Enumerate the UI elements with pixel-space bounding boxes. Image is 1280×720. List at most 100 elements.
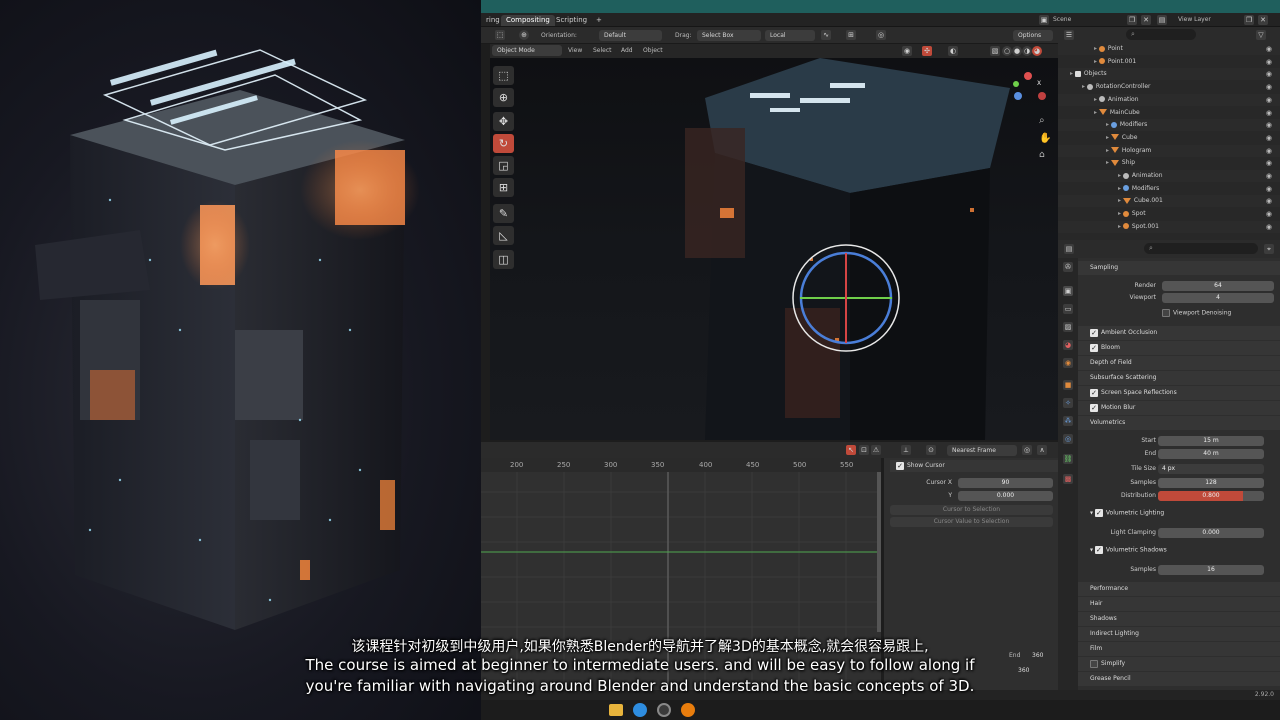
visibility-eye-icon[interactable]: ◉ (1266, 81, 1272, 93)
filter-funnel-icon[interactable]: ▽ (1256, 30, 1266, 40)
outliner-row[interactable]: ▸ Cube ◉ (1058, 132, 1280, 144)
texture-tab-icon[interactable]: ▩ (1063, 474, 1073, 484)
vol-samples-field[interactable]: 128 (1158, 478, 1264, 488)
add-cube-tool-icon[interactable]: ◫ (493, 250, 514, 269)
outliner-row[interactable]: ▸ Objects ◉ (1058, 68, 1280, 81)
outliner-row[interactable]: ▸ Point.001 ◉ (1058, 56, 1280, 68)
tile-size-dropdown[interactable]: 4 px (1158, 464, 1264, 474)
volumetric-shadows-panel[interactable]: ▾ ✓ Volumetric Shadows (1090, 546, 1167, 554)
3d-viewport[interactable]: X ⌕ ✋ ⌂ (490, 58, 1058, 440)
menu-select[interactable]: Select (593, 45, 612, 56)
world-tab-icon[interactable]: ◉ (1063, 358, 1073, 368)
proportional-icon[interactable]: ◎ (1022, 445, 1032, 455)
zoom-icon[interactable]: ⌕ (1039, 115, 1045, 126)
delete-view-layer-icon[interactable]: ✕ (1258, 15, 1268, 25)
visibility-eye-icon[interactable]: ◉ (1266, 157, 1272, 169)
motion-blur-panel[interactable]: ✓ Motion Blur (1078, 401, 1280, 415)
menu-view[interactable]: View (568, 45, 582, 56)
outliner-row[interactable]: ▸ Hologram ◉ (1058, 144, 1280, 157)
visibility-eye-icon[interactable]: ◉ (1266, 145, 1272, 157)
bloom-checkbox[interactable]: ✓ (1090, 343, 1098, 352)
shading-wire-icon[interactable]: ○ (1002, 46, 1012, 56)
scale-tool-icon[interactable]: ◲ (493, 156, 514, 175)
visibility-eye-icon[interactable]: ◉ (1266, 170, 1272, 182)
tab-scripting[interactable]: Scripting (551, 15, 592, 26)
viewport-denoising-row[interactable]: Viewport Denoising (1162, 309, 1231, 317)
snap-mode-dropdown[interactable]: Nearest Frame (947, 445, 1017, 456)
shadows-panel[interactable]: Shadows (1078, 612, 1280, 626)
shading-solid-icon[interactable]: ● (1012, 46, 1022, 56)
show-cursor-checkbox[interactable]: ✓ (896, 461, 904, 470)
shading-material-icon[interactable]: ◑ (1022, 46, 1032, 56)
ambient-occlusion-checkbox[interactable]: ✓ (1090, 328, 1098, 337)
pan-hand-icon[interactable]: ✋ (1039, 133, 1051, 144)
shading-rendered-icon[interactable]: ◕ (1032, 46, 1042, 56)
new-view-layer-icon[interactable]: ❐ (1244, 15, 1254, 25)
outliner-row[interactable]: ▸ Cube.001 ◉ (1058, 195, 1280, 208)
editor-type-icon[interactable]: ⬚ (495, 30, 505, 40)
visibility-eye-icon[interactable]: ◉ (1266, 195, 1272, 207)
subsurface-scattering-panel[interactable]: Subsurface Scattering (1078, 371, 1280, 385)
object-tab-icon[interactable]: ■ (1063, 380, 1073, 390)
snapping-icon[interactable]: ⊞ (846, 30, 856, 40)
volumetric-lighting-checkbox[interactable]: ✓ (1094, 509, 1103, 517)
pivot-icon[interactable]: ⟂ (901, 445, 911, 455)
filter-icon[interactable]: ⊡ (859, 445, 869, 455)
blender-app-icon[interactable] (681, 703, 695, 717)
performance-panel[interactable]: Performance (1078, 582, 1280, 596)
rotate-tool-icon[interactable]: ↻ (493, 134, 514, 153)
tool-tab-icon[interactable]: ✇ (1063, 262, 1073, 272)
view-layer-name[interactable]: View Layer (1178, 14, 1211, 25)
outliner-tree[interactable]: ▸ Point ◉ ▸ Point.001 ◉ ▸ Objects ◉ ▸ Rotation… (1058, 43, 1280, 240)
visibility-eye-icon[interactable]: ◉ (1266, 183, 1272, 195)
file-explorer-icon[interactable] (609, 704, 623, 716)
cursor-value-to-selection-button[interactable]: Cursor Value to Selection (890, 517, 1053, 527)
gizmo-icon[interactable]: ✣ (922, 46, 932, 56)
transform-tool-icon[interactable]: ⊞ (493, 178, 514, 197)
scene-name[interactable]: Scene (1053, 14, 1071, 25)
outliner-search-input[interactable]: ⌕ (1126, 29, 1196, 40)
outliner-row[interactable]: ▸ RotationController ◉ (1058, 81, 1280, 93)
motion-blur-checkbox[interactable]: ✓ (1090, 403, 1098, 412)
delete-scene-icon[interactable]: ✕ (1141, 15, 1151, 25)
modifier-tab-icon[interactable]: ✧ (1063, 398, 1073, 408)
tab-compositing[interactable]: Compositing (501, 15, 555, 26)
cursor-to-selection-button[interactable]: Cursor to Selection (890, 505, 1053, 515)
menu-object[interactable]: Object (643, 45, 663, 56)
annotate-tool-icon[interactable]: ✎ (493, 204, 514, 223)
pin-icon[interactable]: ⌖ (1264, 244, 1274, 254)
proportional-edit-icon[interactable]: ◎ (876, 30, 886, 40)
visibility-icon[interactable]: ◉ (902, 46, 912, 56)
new-scene-icon[interactable]: ❐ (1127, 15, 1137, 25)
cursor-y-field[interactable]: 0.000 (958, 491, 1053, 501)
visibility-eye-icon[interactable]: ◉ (1266, 68, 1272, 80)
frame-ruler[interactable]: 200 250 300 350 400 450 500 550 (481, 458, 881, 472)
properties-search-input[interactable]: ⌕ (1144, 243, 1258, 254)
vol-start-field[interactable]: 15 m (1158, 436, 1264, 446)
volumetric-lighting-panel[interactable]: ▾ ✓ Volumetric Lighting (1090, 509, 1164, 517)
outliner-row[interactable]: ▸ MainCube ◉ (1058, 107, 1280, 119)
select-box-tool-icon[interactable]: ⬚ (493, 66, 514, 85)
cursor-x-field[interactable]: 90 (958, 478, 1053, 488)
visibility-eye-icon[interactable]: ◉ (1266, 119, 1272, 131)
outliner-editor-icon[interactable]: ☰ (1064, 30, 1074, 40)
visibility-eye-icon[interactable]: ◉ (1266, 221, 1272, 233)
camera-icon[interactable]: ⌂ (1039, 150, 1045, 161)
outliner-row[interactable]: ▸ Point ◉ (1058, 43, 1280, 55)
visibility-eye-icon[interactable]: ◉ (1266, 107, 1272, 119)
distribution-slider[interactable]: 0.800 (1158, 491, 1264, 501)
outliner-row[interactable]: ▸ Modifiers ◉ (1058, 119, 1280, 132)
volumetric-shadows-checkbox[interactable]: ✓ (1094, 546, 1103, 554)
bloom-panel[interactable]: ✓ Bloom (1078, 341, 1280, 355)
render-tab-icon[interactable]: ▣ (1063, 286, 1073, 296)
normalize-icon[interactable]: ↖ (846, 445, 856, 455)
render-samples-field[interactable]: 64 (1162, 281, 1274, 291)
ambient-occlusion-panel[interactable]: ✓ Ambient Occlusion (1078, 326, 1280, 340)
outliner-row[interactable]: ▸ Animation ◉ (1058, 170, 1280, 182)
visibility-eye-icon[interactable]: ◉ (1266, 208, 1272, 220)
vol-end-field[interactable]: 40 m (1158, 449, 1264, 459)
visibility-eye-icon[interactable]: ◉ (1266, 94, 1272, 106)
outliner-row[interactable]: ▸ Modifiers ◉ (1058, 183, 1280, 195)
outliner-row[interactable]: ▸ Ship ◉ (1058, 157, 1280, 169)
volumetrics-panel[interactable]: Volumetrics (1078, 416, 1280, 430)
